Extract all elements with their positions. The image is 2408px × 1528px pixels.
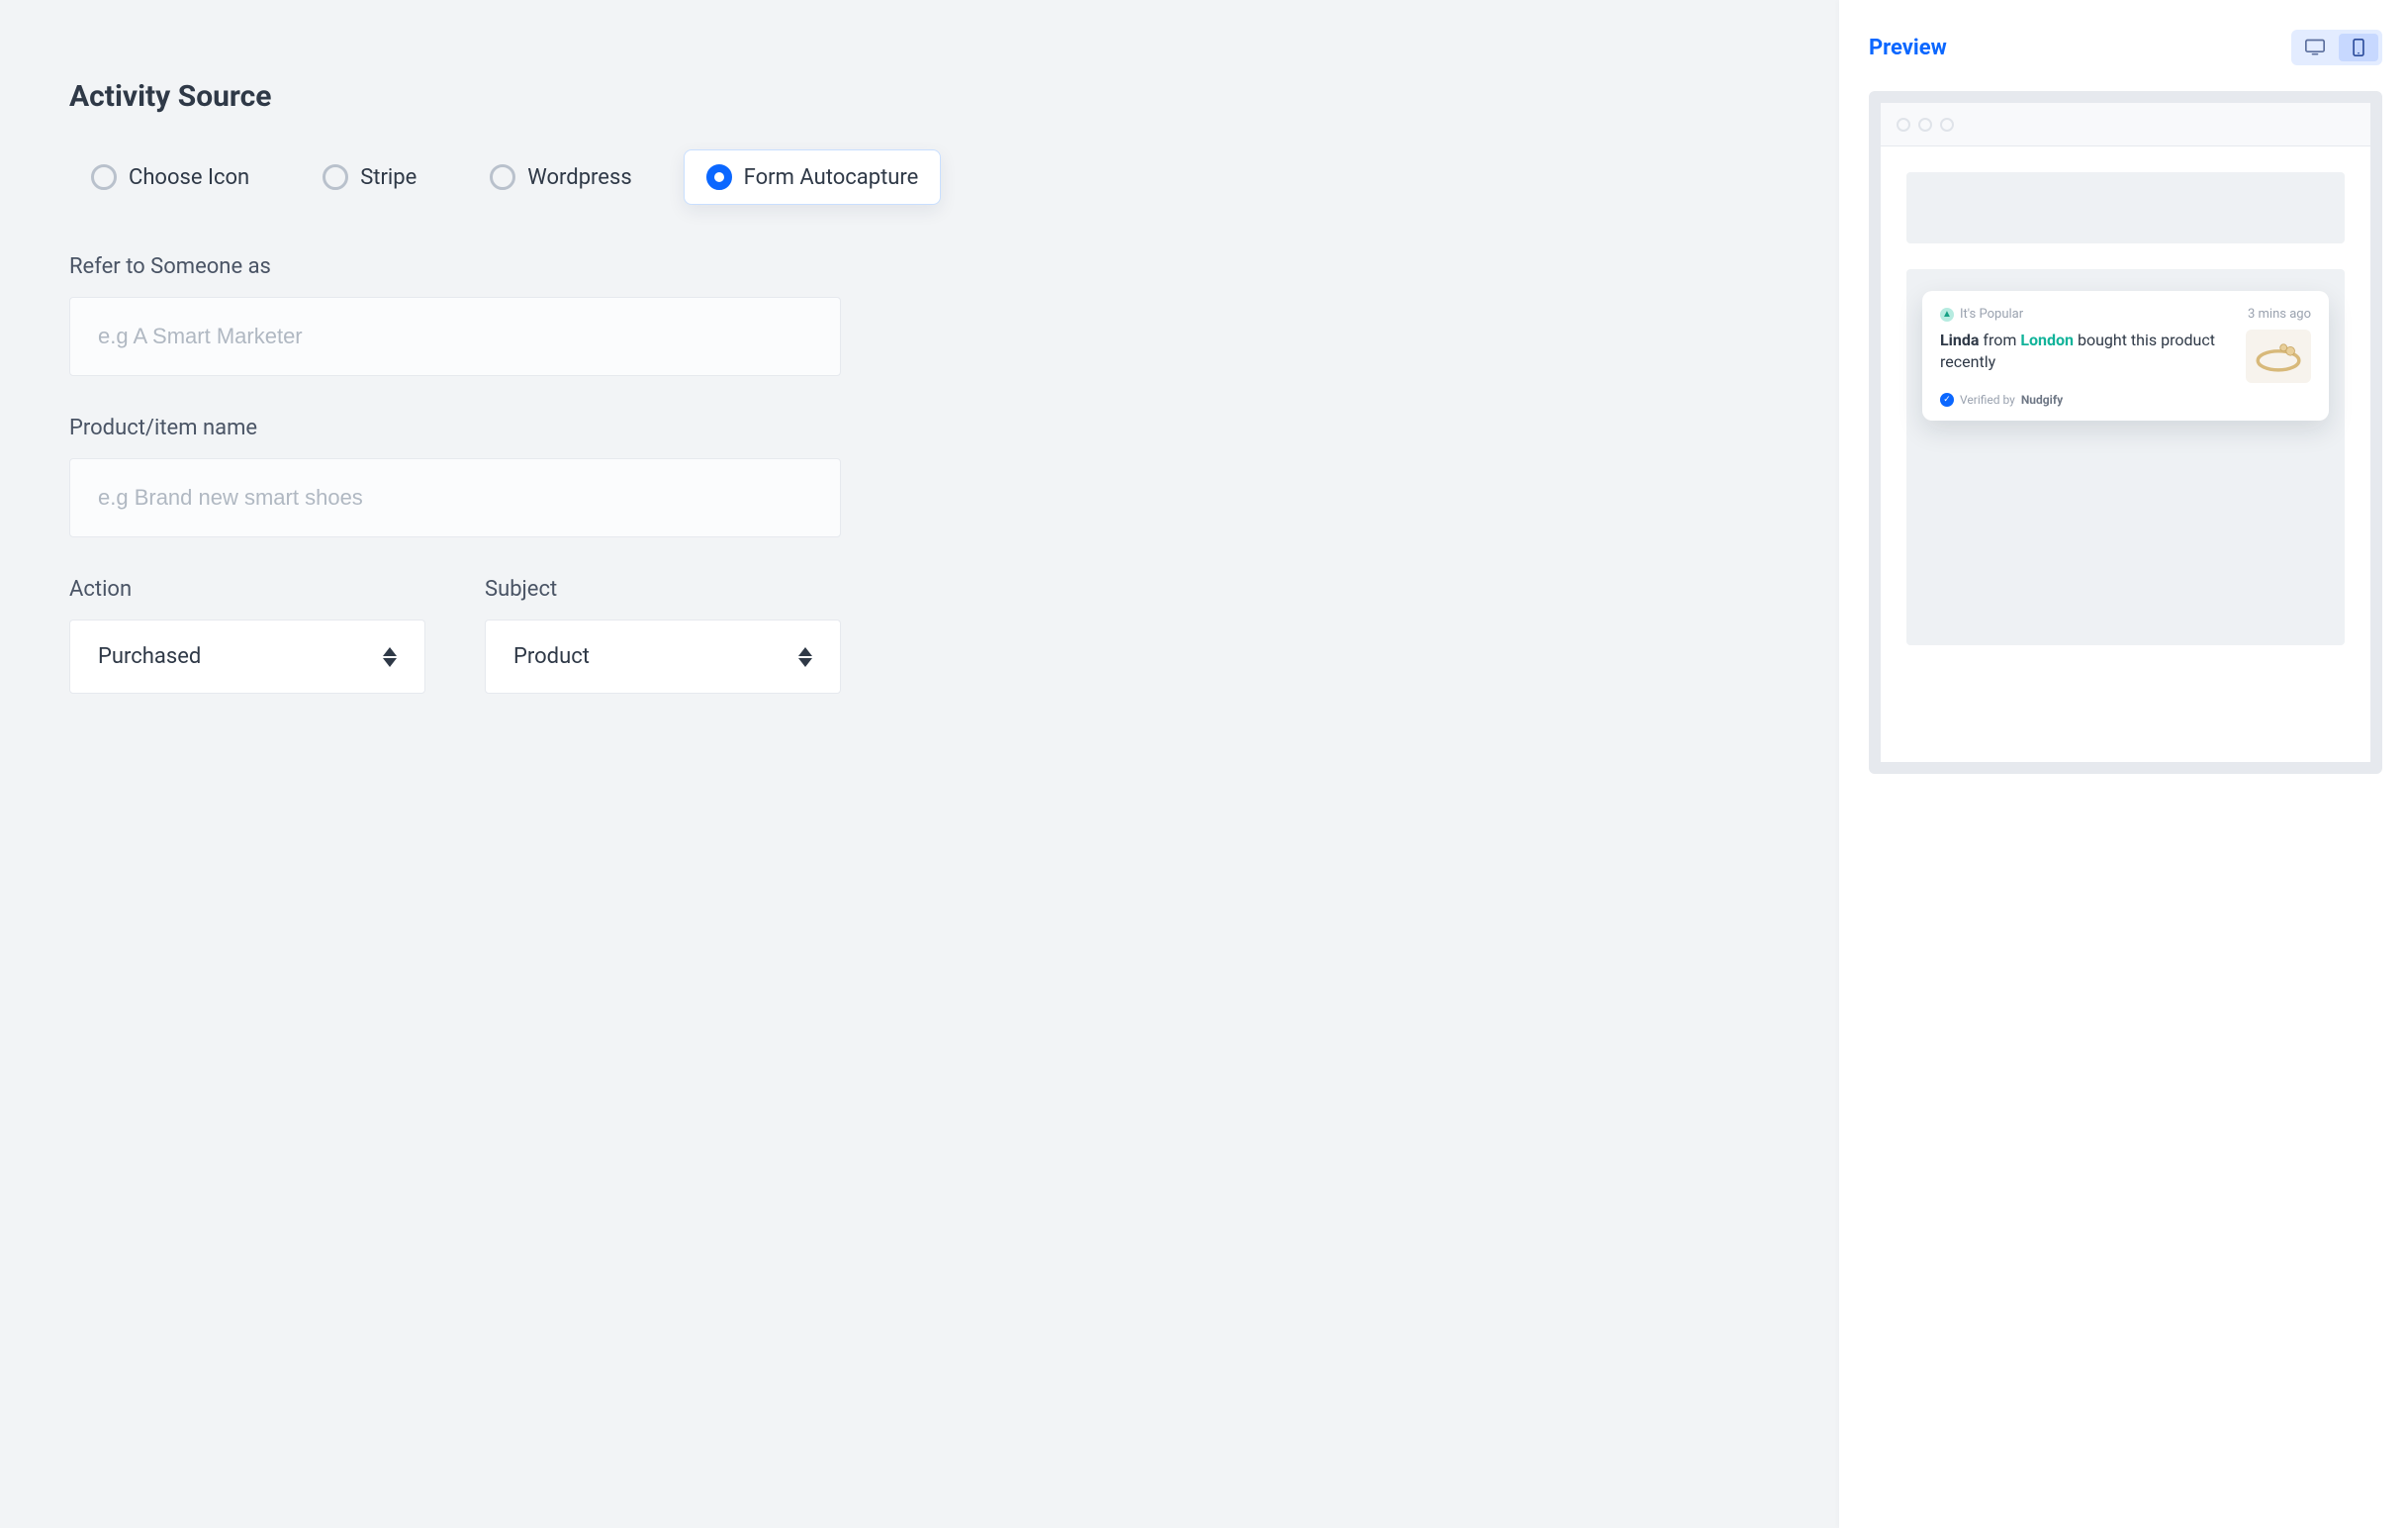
device-desktop-button[interactable] xyxy=(2295,34,2335,61)
browser-chrome xyxy=(1881,103,2370,146)
radio-label: Choose Icon xyxy=(129,165,249,190)
radio-stripe[interactable]: Stripe xyxy=(301,150,438,204)
nudge-message: Linda from London bought this product re… xyxy=(1940,330,2232,383)
mobile-icon xyxy=(2349,39,2368,56)
nudge-city: London xyxy=(2020,331,2074,349)
desktop-icon xyxy=(2305,39,2325,56)
window-dot-icon xyxy=(1897,118,1910,132)
label-action: Action xyxy=(69,577,425,602)
radio-form-autocapture[interactable]: Form Autocapture xyxy=(684,149,942,205)
verified-brand: Nudgify xyxy=(2021,393,2063,407)
window-dot-icon xyxy=(1940,118,1954,132)
label-refer-to: Refer to Someone as xyxy=(69,254,1780,279)
action-value: Purchased xyxy=(98,644,201,669)
nudge-tag-label: It's Popular xyxy=(1960,307,2023,322)
check-badge-icon: ✓ xyxy=(1940,393,1954,407)
label-product-name: Product/item name xyxy=(69,416,1780,440)
nudge-product-image xyxy=(2246,330,2311,383)
subject-select[interactable]: Product xyxy=(485,620,841,694)
nudge-card: ▲ It's Popular 3 mins ago Linda from Lon… xyxy=(1922,291,2329,421)
nudge-person-name: Linda xyxy=(1940,331,1979,349)
section-title-activity-source: Activity Source xyxy=(69,79,1780,114)
activity-source-radios: Choose Icon Stripe Wordpress Form Autoca… xyxy=(69,149,1780,205)
radio-label: Wordpress xyxy=(527,165,631,190)
radio-circle-icon xyxy=(706,164,732,190)
radio-label: Stripe xyxy=(360,165,417,190)
nudge-verified: ✓ Verified by Nudgify xyxy=(1940,393,2311,407)
radio-choose-icon[interactable]: Choose Icon xyxy=(69,150,271,204)
refer-to-input[interactable] xyxy=(69,297,841,376)
radio-circle-icon xyxy=(323,164,348,190)
action-select[interactable]: Purchased xyxy=(69,620,425,694)
nudge-time: 3 mins ago xyxy=(2248,307,2311,322)
device-toggle xyxy=(2291,30,2382,65)
window-dot-icon xyxy=(1918,118,1932,132)
label-subject: Subject xyxy=(485,577,841,602)
radio-circle-icon xyxy=(91,164,117,190)
radio-wordpress[interactable]: Wordpress xyxy=(468,150,653,204)
verified-prefix: Verified by xyxy=(1960,393,2015,407)
nudge-tail: bought this product recently xyxy=(1940,331,2215,371)
radio-label: Form Autocapture xyxy=(744,165,919,190)
ring-icon xyxy=(2253,336,2304,376)
subject-value: Product xyxy=(513,644,590,669)
radio-circle-icon xyxy=(490,164,515,190)
nudge-from-word: from xyxy=(1983,331,2016,349)
skeleton-block xyxy=(1906,172,2345,243)
device-mobile-button[interactable] xyxy=(2339,34,2378,61)
sort-stepper-icon xyxy=(383,647,397,667)
preview-frame: ▲ It's Popular 3 mins ago Linda from Lon… xyxy=(1869,91,2382,774)
skeleton-block: ▲ It's Popular 3 mins ago Linda from Lon… xyxy=(1906,269,2345,645)
sort-stepper-icon xyxy=(798,647,812,667)
nudge-tag: ▲ It's Popular xyxy=(1940,307,2023,322)
flame-icon: ▲ xyxy=(1940,308,1954,322)
product-name-input[interactable] xyxy=(69,458,841,537)
preview-title: Preview xyxy=(1869,36,1947,60)
